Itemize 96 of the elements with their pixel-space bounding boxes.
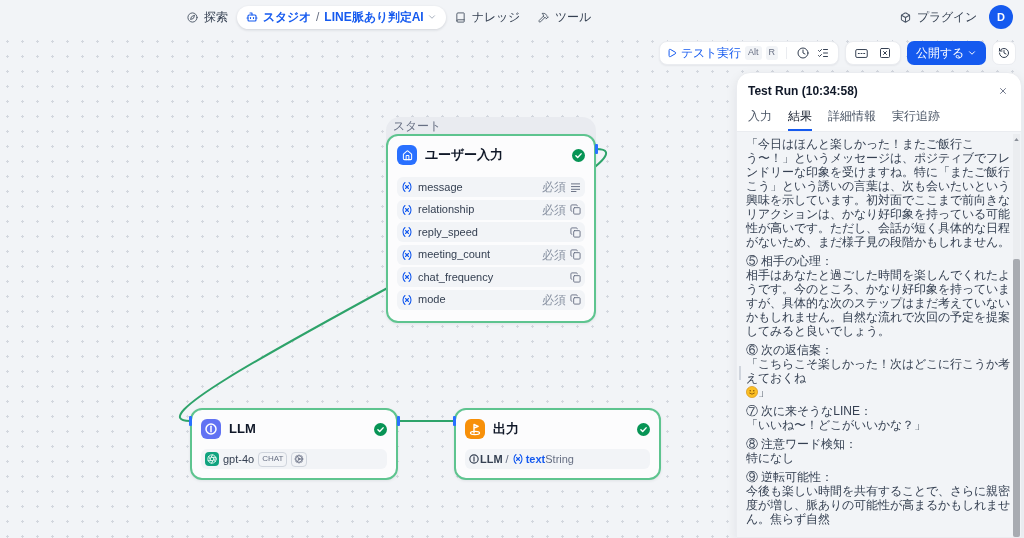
overlapping-squares-icon — [570, 226, 581, 238]
square-x-icon — [879, 47, 891, 59]
result-text: 「いいね〜！どこがいいかな？」 — [746, 418, 927, 432]
result-text: 相手はあなたと過ごした時間を楽しんでくれたようです。今のところ、かなり好印象を持っていますが、具体的な次のステップはまだ考えていないかもしれません。自然な流れで次回の予定を提案してみると良いでしょう。 — [746, 268, 1010, 338]
group-label: スタート — [393, 118, 441, 133]
clock-icon — [797, 47, 809, 59]
overlapping-squares-icon — [570, 294, 581, 305]
gear-icon — [294, 454, 305, 464]
model-settings-button[interactable] — [291, 451, 308, 467]
node-title: LLM — [229, 420, 256, 439]
variable-icon — [401, 203, 413, 216]
overlapping-squares-icon — [570, 204, 581, 215]
history-button[interactable] — [992, 41, 1016, 65]
nav-link[interactable]: ツール — [528, 5, 600, 29]
model-row[interactable]: gpt-4o CHAT — [201, 449, 387, 469]
nav-link[interactable]: ナレッジ — [445, 5, 529, 29]
aperture-icon — [205, 452, 219, 466]
node-card[interactable]: LLM gpt-4o CHAT — [190, 408, 398, 480]
publish-button[interactable]: 公開する — [907, 41, 986, 65]
mode-badge: CHAT — [258, 451, 288, 467]
connection-handle[interactable] — [189, 416, 192, 426]
close-icon — [998, 86, 1008, 96]
breadcrumb-separator: / — [316, 9, 320, 26]
result-heading: ⑦ 次に来そうなLINE： — [746, 404, 873, 418]
result-text: 」 — [758, 385, 770, 399]
result-heading: ⑧ 注意ワード検知： — [746, 437, 859, 451]
panel-title: Test Run (10:34:58) — [748, 83, 858, 100]
variable-icon — [511, 453, 524, 465]
variable-icon — [401, 271, 413, 283]
play-icon — [667, 48, 677, 58]
path-separator: / — [505, 451, 509, 467]
nav-link[interactable]: スタジオ — [246, 8, 311, 26]
panel-tab[interactable]: 入力 — [748, 107, 772, 131]
result-text: 今後も楽しい時間を共有することで、さらに親密度が増し、脈ありの可能性が高まるかもしれません。焦らず自然 — [746, 484, 1010, 526]
toolbar-button[interactable] — [795, 45, 811, 61]
scrollbar-thumb[interactable] — [1013, 259, 1020, 537]
variable-icon — [401, 181, 413, 193]
connection-handle[interactable] — [397, 416, 400, 426]
book-icon — [454, 11, 466, 23]
panel-tab[interactable]: 詳細情報 — [828, 107, 876, 131]
result-text: 特になし — [746, 451, 795, 465]
cube-icon — [900, 11, 911, 23]
shortcut-key: R — [765, 46, 778, 60]
nav-link[interactable]: 探索 — [178, 5, 237, 29]
variable-type: String — [545, 451, 574, 467]
flag-icon — [465, 419, 485, 439]
variable-icon — [401, 226, 413, 238]
panel-tab[interactable]: 実行追跡 — [892, 107, 940, 131]
checklist-icon — [817, 47, 829, 59]
variable-icon — [401, 248, 413, 261]
text-lines-icon — [570, 182, 581, 192]
node-card[interactable]: 出力 LLM / textString — [454, 408, 661, 480]
home-icon — [397, 145, 417, 165]
avatar[interactable]: D — [989, 5, 1013, 29]
chevron-down-icon — [967, 48, 977, 58]
chevron-down-icon — [426, 12, 437, 22]
connection-handle[interactable] — [453, 416, 456, 426]
variable-name: meeting_count — [418, 247, 491, 263]
node-card[interactable]: ユーザー入力 message 必須 relationship 必須 reply_speed meeting_count 必須 chat_frequency mode 必須 — [386, 134, 596, 323]
app-switcher[interactable]: LINE脈あり判定AI — [324, 8, 437, 26]
model-name: gpt-4o — [223, 451, 255, 467]
toolbar-button[interactable] — [877, 45, 893, 61]
required-label: 必須 — [542, 246, 566, 264]
result-heading: ⑨ 逆転可能性： — [746, 470, 835, 484]
variable-name: message — [418, 179, 463, 195]
robot-icon — [246, 11, 258, 23]
hammer-icon — [537, 11, 549, 23]
overlapping-squares-icon — [570, 249, 581, 260]
required-label: 必須 — [542, 179, 566, 196]
circle-icon — [469, 454, 479, 464]
variable-name: mode — [418, 292, 446, 308]
shortcut-key: Alt — [745, 46, 762, 60]
resize-handle[interactable] — [739, 366, 741, 380]
variable-name: text — [525, 451, 546, 467]
source-node-name: LLM — [480, 451, 503, 467]
required-label: 必須 — [542, 291, 566, 309]
variable-box-icon — [854, 48, 868, 58]
variable-name: relationship — [418, 202, 475, 218]
result-heading: ⑥ 次の返信案： — [746, 343, 835, 357]
scroll-up-icon[interactable] — [1014, 138, 1019, 141]
connection-handle[interactable] — [595, 144, 598, 154]
variable-icon — [401, 293, 413, 306]
history-icon — [998, 47, 1010, 59]
test-run-button[interactable]: テスト実行 — [667, 44, 741, 62]
result-heading: ⑤ 相手の心理： — [746, 254, 835, 268]
node-title: 出力 — [493, 420, 519, 439]
required-label: 必須 — [542, 201, 566, 219]
variable-name: reply_speed — [418, 224, 478, 240]
plugins-button[interactable]: プラグイン — [900, 8, 977, 26]
result-text: 「こちらこそ楽しかった！次はどこに行こうか考えておくね — [746, 357, 1010, 385]
node-title: ユーザー入力 — [425, 146, 503, 165]
result-text: 「今日はほんと楽しかった！またご飯行こう〜！」というメッセージは、ポジティブでフレンドリーな印象を受けますね。特に「またご飯行こう」という誘いの言葉は、次も会いたいという興味を示しています。初対面でここまで前向きなリアクションは、かなり好印象を持っている可能性が高いです。ただし、会話が短く具体的な日程がないため、まだ様子見の段階かもしれません。 — [746, 137, 1010, 249]
smiley-icon — [746, 386, 758, 398]
overlapping-squares-icon — [570, 271, 581, 283]
compass-icon — [187, 11, 198, 23]
variable-name: chat_frequency — [418, 269, 494, 285]
